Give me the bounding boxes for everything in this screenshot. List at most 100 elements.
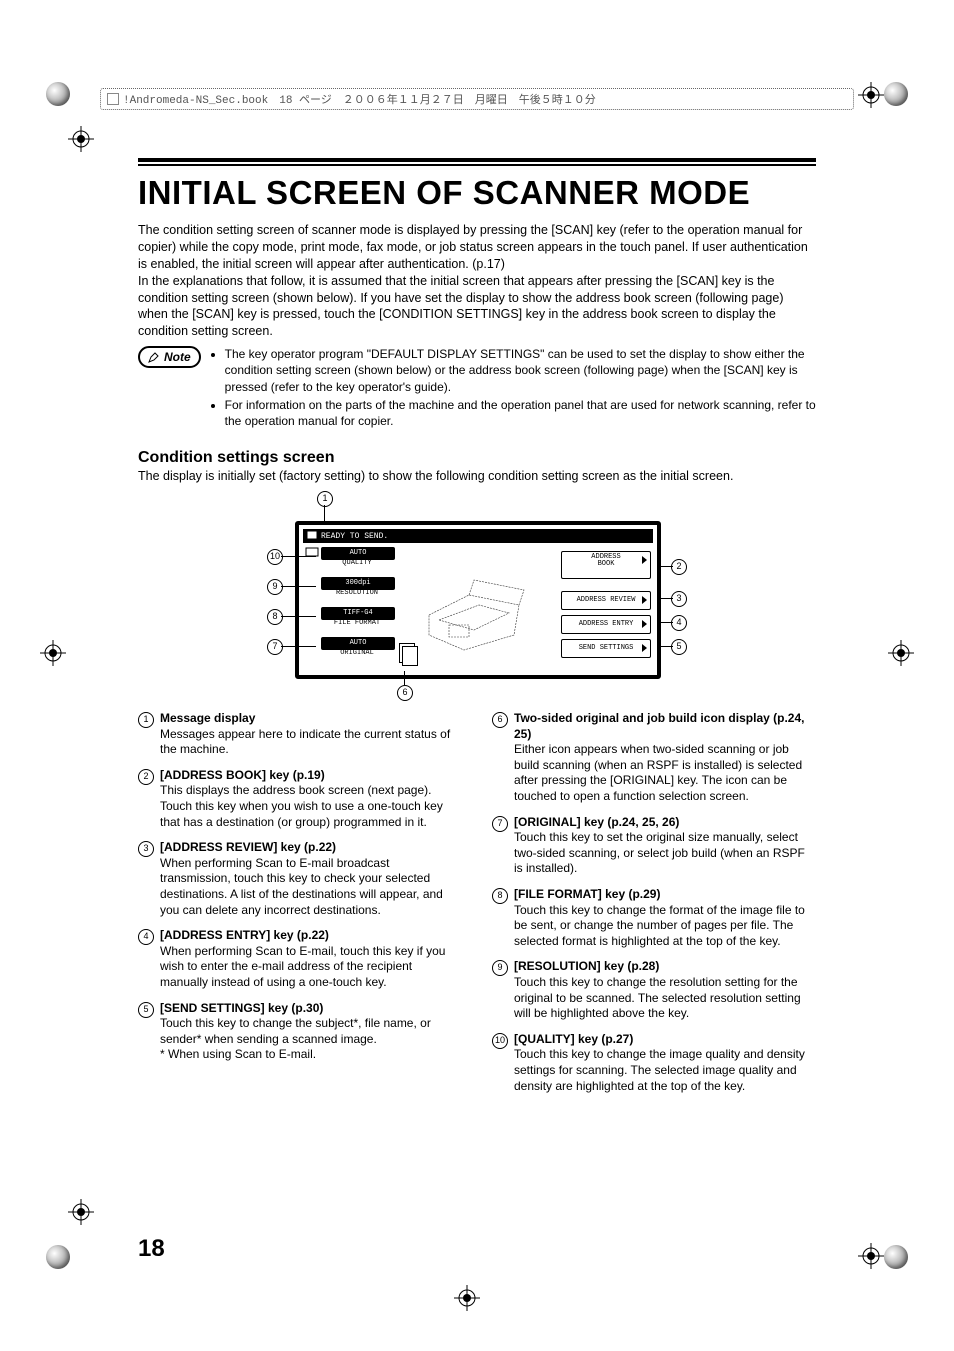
registration-mark-icon	[68, 1199, 94, 1225]
item-number: 4	[138, 929, 154, 945]
key-item: 4 [ADDRESS ENTRY] key (p.22) When perfor…	[138, 928, 462, 990]
touch-panel-diagram: READY TO SEND. AUTO QUALITY 300dpi RESOL…	[267, 491, 687, 701]
send-settings-button[interactable]: SEND SETTINGS	[561, 639, 651, 658]
leader-line	[281, 616, 316, 617]
item-number: 9	[492, 960, 508, 976]
item-title: Message display	[160, 711, 462, 727]
item-title: [RESOLUTION] key (p.28)	[514, 959, 816, 975]
item-body: When performing Scan to E-mail, touch th…	[160, 944, 462, 991]
item-body: Touch this key to change the resolution …	[514, 975, 816, 1022]
callout-4: 4	[671, 615, 687, 631]
key-col-right: 6 Two-sided original and job build icon …	[492, 711, 816, 1104]
corner-ornament	[46, 82, 70, 106]
corner-ornament	[884, 1245, 908, 1269]
section-desc: The display is initially set (factory se…	[138, 469, 816, 483]
address-entry-label: ADDRESS ENTRY	[579, 620, 634, 628]
item-title: [ORIGINAL] key (p.24, 25, 26)	[514, 815, 816, 831]
leader-line	[404, 671, 405, 685]
key-item: 1 Message display Messages appear here t…	[138, 711, 462, 758]
callout-7: 7	[267, 639, 283, 655]
content-area: INITIAL SCREEN OF SCANNER MODE The condi…	[138, 158, 816, 1104]
scan-icon	[307, 531, 317, 541]
address-review-label: ADDRESS REVIEW	[577, 596, 636, 604]
address-entry-button[interactable]: ADDRESS ENTRY	[561, 615, 651, 634]
key-item: 3 [ADDRESS REVIEW] key (p.22) When perfo…	[138, 840, 462, 918]
note-item: The key operator program "DEFAULT DISPLA…	[225, 346, 816, 395]
message-text: READY TO SEND.	[321, 532, 388, 541]
touch-panel: READY TO SEND. AUTO QUALITY 300dpi RESOL…	[295, 521, 661, 679]
leader-line	[659, 622, 673, 623]
printer-illustration	[419, 565, 539, 655]
item-number: 8	[492, 888, 508, 904]
page-title: INITIAL SCREEN OF SCANNER MODE	[138, 174, 816, 212]
corner-ornament	[884, 82, 908, 106]
item-title: [ADDRESS ENTRY] key (p.22)	[160, 928, 462, 944]
item-title: [FILE FORMAT] key (p.29)	[514, 887, 816, 903]
section-heading: Condition settings screen	[138, 449, 816, 467]
item-number: 1	[138, 712, 154, 728]
item-body: Touch this key to set the original size …	[514, 830, 816, 877]
rule-thick	[138, 158, 816, 162]
key-col-left: 1 Message display Messages appear here t…	[138, 711, 462, 1104]
resolution-label: RESOLUTION	[321, 589, 393, 597]
registration-mark-icon	[888, 640, 914, 666]
note-label: Note	[164, 350, 191, 364]
item-body: Touch this key to change the image quali…	[514, 1047, 816, 1094]
item-number: 3	[138, 841, 154, 857]
item-title: [ADDRESS BOOK] key (p.19)	[160, 768, 462, 784]
registration-mark-icon	[40, 640, 66, 666]
item-body: Messages appear here to indicate the cur…	[160, 727, 462, 758]
registration-mark-icon	[68, 126, 94, 152]
note-badge: Note	[138, 346, 201, 368]
address-book-label-bottom: BOOK	[562, 561, 650, 568]
intro-paragraph: The condition setting screen of scanner …	[138, 222, 816, 340]
leader-line	[281, 586, 316, 587]
callout-10: 10	[267, 549, 283, 565]
pencil-icon	[148, 351, 160, 363]
leader-line	[324, 505, 325, 525]
leader-line	[659, 598, 673, 599]
file-format-label: FILE FORMAT	[321, 619, 393, 627]
item-body: This displays the address book screen (n…	[160, 783, 462, 830]
quality-label: QUALITY	[321, 559, 393, 567]
leader-line	[281, 556, 316, 557]
print-header-strip: !Andromeda-NS_Sec.book 18 ページ ２００６年１１月２７…	[100, 88, 854, 110]
callout-8: 8	[267, 609, 283, 625]
item-title: [ADDRESS REVIEW] key (p.22)	[160, 840, 462, 856]
chevron-right-icon	[642, 556, 647, 564]
leader-line	[659, 646, 673, 647]
key-descriptions: 1 Message display Messages appear here t…	[138, 711, 816, 1104]
key-item: 5 [SEND SETTINGS] key (p.30) Touch this …	[138, 1001, 462, 1063]
page-number: 18	[138, 1235, 165, 1263]
callout-5: 5	[671, 639, 687, 655]
message-bar: READY TO SEND.	[303, 529, 653, 543]
item-number: 2	[138, 769, 154, 785]
corner-ornament	[46, 1245, 70, 1269]
chevron-right-icon	[642, 620, 647, 628]
chevron-right-icon	[642, 644, 647, 652]
item-number: 7	[492, 816, 508, 832]
chevron-right-icon	[642, 596, 647, 604]
item-title: Two-sided original and job build icon di…	[514, 711, 816, 742]
note-list: The key operator program "DEFAULT DISPLA…	[211, 346, 816, 431]
address-review-button[interactable]: ADDRESS REVIEW	[561, 591, 651, 610]
two-sided-icon[interactable]	[399, 643, 415, 663]
book-icon	[107, 93, 119, 105]
callout-2: 2	[671, 559, 687, 575]
item-title: [SEND SETTINGS] key (p.30)	[160, 1001, 462, 1017]
rule-thin	[138, 164, 816, 166]
note-block: Note The key operator program "DEFAULT D…	[138, 346, 816, 431]
registration-mark-icon	[858, 1243, 884, 1269]
leader-line	[281, 646, 316, 647]
registration-mark-icon	[858, 82, 884, 108]
item-body: Touch this key to change the format of t…	[514, 903, 816, 950]
address-book-button[interactable]: ADDRESS BOOK	[561, 551, 651, 579]
key-item: 6 Two-sided original and job build icon …	[492, 711, 816, 805]
registration-mark-icon	[454, 1285, 480, 1311]
callout-1: 1	[317, 491, 333, 507]
item-body: When performing Scan to E-mail broadcast…	[160, 856, 462, 918]
key-item: 7 [ORIGINAL] key (p.24, 25, 26) Touch th…	[492, 815, 816, 877]
key-item: 9 [RESOLUTION] key (p.28) Touch this key…	[492, 959, 816, 1021]
send-settings-label: SEND SETTINGS	[579, 644, 634, 652]
page: !Andromeda-NS_Sec.book 18 ページ ２００６年１１月２７…	[0, 0, 954, 1351]
